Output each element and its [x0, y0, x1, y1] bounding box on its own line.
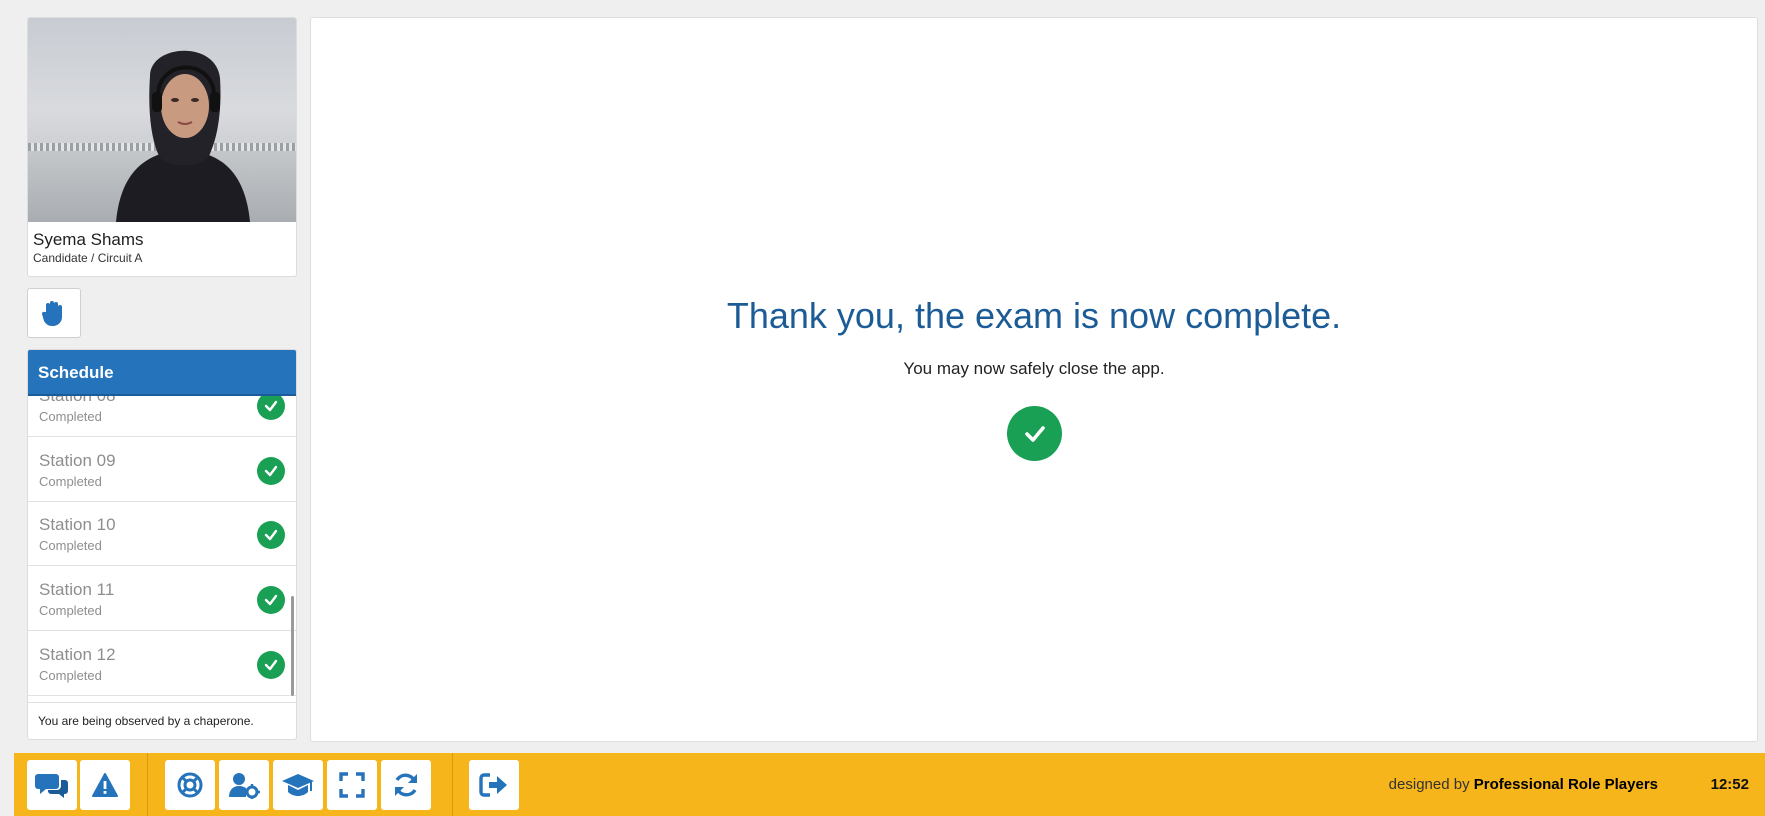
designed-by-prefix: designed by — [1388, 776, 1470, 793]
station-name: Station 12 — [39, 645, 116, 664]
schedule-station-09[interactable]: Station 09 Completed — [28, 438, 296, 502]
candidate-video — [28, 18, 296, 222]
user-settings-icon — [229, 773, 260, 799]
schedule-station-10[interactable]: Station 10 Completed — [28, 502, 296, 566]
designed-by-name: Professional Role Players — [1473, 776, 1658, 793]
bottom-toolbar: designed by Professional Role Players 12… — [14, 753, 1765, 816]
fullscreen-button[interactable] — [327, 760, 377, 810]
station-status: Completed — [39, 538, 102, 553]
candidate-role: Candidate / Circuit A — [33, 251, 143, 265]
station-status: Completed — [39, 668, 102, 683]
chat-icon — [35, 774, 68, 798]
station-name: Station 08 — [39, 396, 116, 406]
schedule-panel: Schedule Station 08 Completed Station 09… — [27, 349, 297, 740]
main-content: Thank you, the exam is now complete. You… — [310, 17, 1758, 742]
schedule-station-08[interactable]: Station 08 Completed — [28, 396, 296, 437]
station-name: Station 11 — [39, 580, 115, 599]
station-status: Completed — [39, 474, 102, 489]
refresh-button[interactable] — [381, 760, 431, 810]
chat-button[interactable] — [27, 760, 77, 810]
station-status: Completed — [39, 409, 102, 424]
check-circle-icon — [1007, 406, 1062, 461]
lifebuoy-icon — [177, 772, 203, 798]
user-settings-button[interactable] — [219, 760, 269, 810]
warning-icon — [92, 773, 118, 797]
toolbar-divider — [147, 753, 148, 816]
training-button[interactable] — [273, 760, 323, 810]
chaperone-note: You are being observed by a chaperone. — [28, 702, 296, 739]
sign-out-icon — [479, 773, 507, 797]
toolbar-divider — [452, 753, 453, 816]
station-status: Completed — [39, 603, 102, 618]
candidate-video-image — [116, 50, 250, 222]
fullscreen-icon — [339, 772, 365, 798]
schedule-station-11[interactable]: Station 11 Completed — [28, 567, 296, 631]
hand-icon — [41, 301, 62, 326]
schedule-scrollbar[interactable] — [291, 596, 294, 696]
refresh-icon — [395, 773, 417, 797]
check-circle-icon — [257, 396, 285, 420]
candidate-name: Syema Shams — [33, 230, 144, 249]
check-circle-icon — [257, 586, 285, 614]
schedule-station-12[interactable]: Station 12 Completed — [28, 632, 296, 696]
profile-card: Syema Shams Candidate / Circuit A — [27, 17, 297, 277]
exam-complete-title: Thank you, the exam is now complete. — [726, 295, 1342, 336]
raise-hand-button[interactable] — [27, 288, 81, 338]
exam-complete-subtitle: You may now safely close the app. — [903, 359, 1165, 378]
station-name: Station 09 — [39, 451, 116, 470]
report-issue-button[interactable] — [80, 760, 130, 810]
graduation-cap-icon — [282, 774, 314, 796]
help-button[interactable] — [165, 760, 215, 810]
exit-button[interactable] — [469, 760, 519, 810]
clock: 12:52 — [1710, 776, 1749, 793]
schedule-list[interactable]: Station 08 Completed Station 09 Complete… — [28, 396, 296, 702]
designed-by-credit: designed by Professional Role Players — [1389, 776, 1658, 793]
left-column: Syema Shams Candidate / Circuit A Schedu… — [27, 17, 297, 740]
check-circle-icon — [257, 651, 285, 679]
schedule-title: Schedule — [28, 350, 296, 396]
station-name: Station 10 — [39, 515, 116, 534]
check-circle-icon — [257, 457, 285, 485]
check-circle-icon — [257, 521, 285, 549]
